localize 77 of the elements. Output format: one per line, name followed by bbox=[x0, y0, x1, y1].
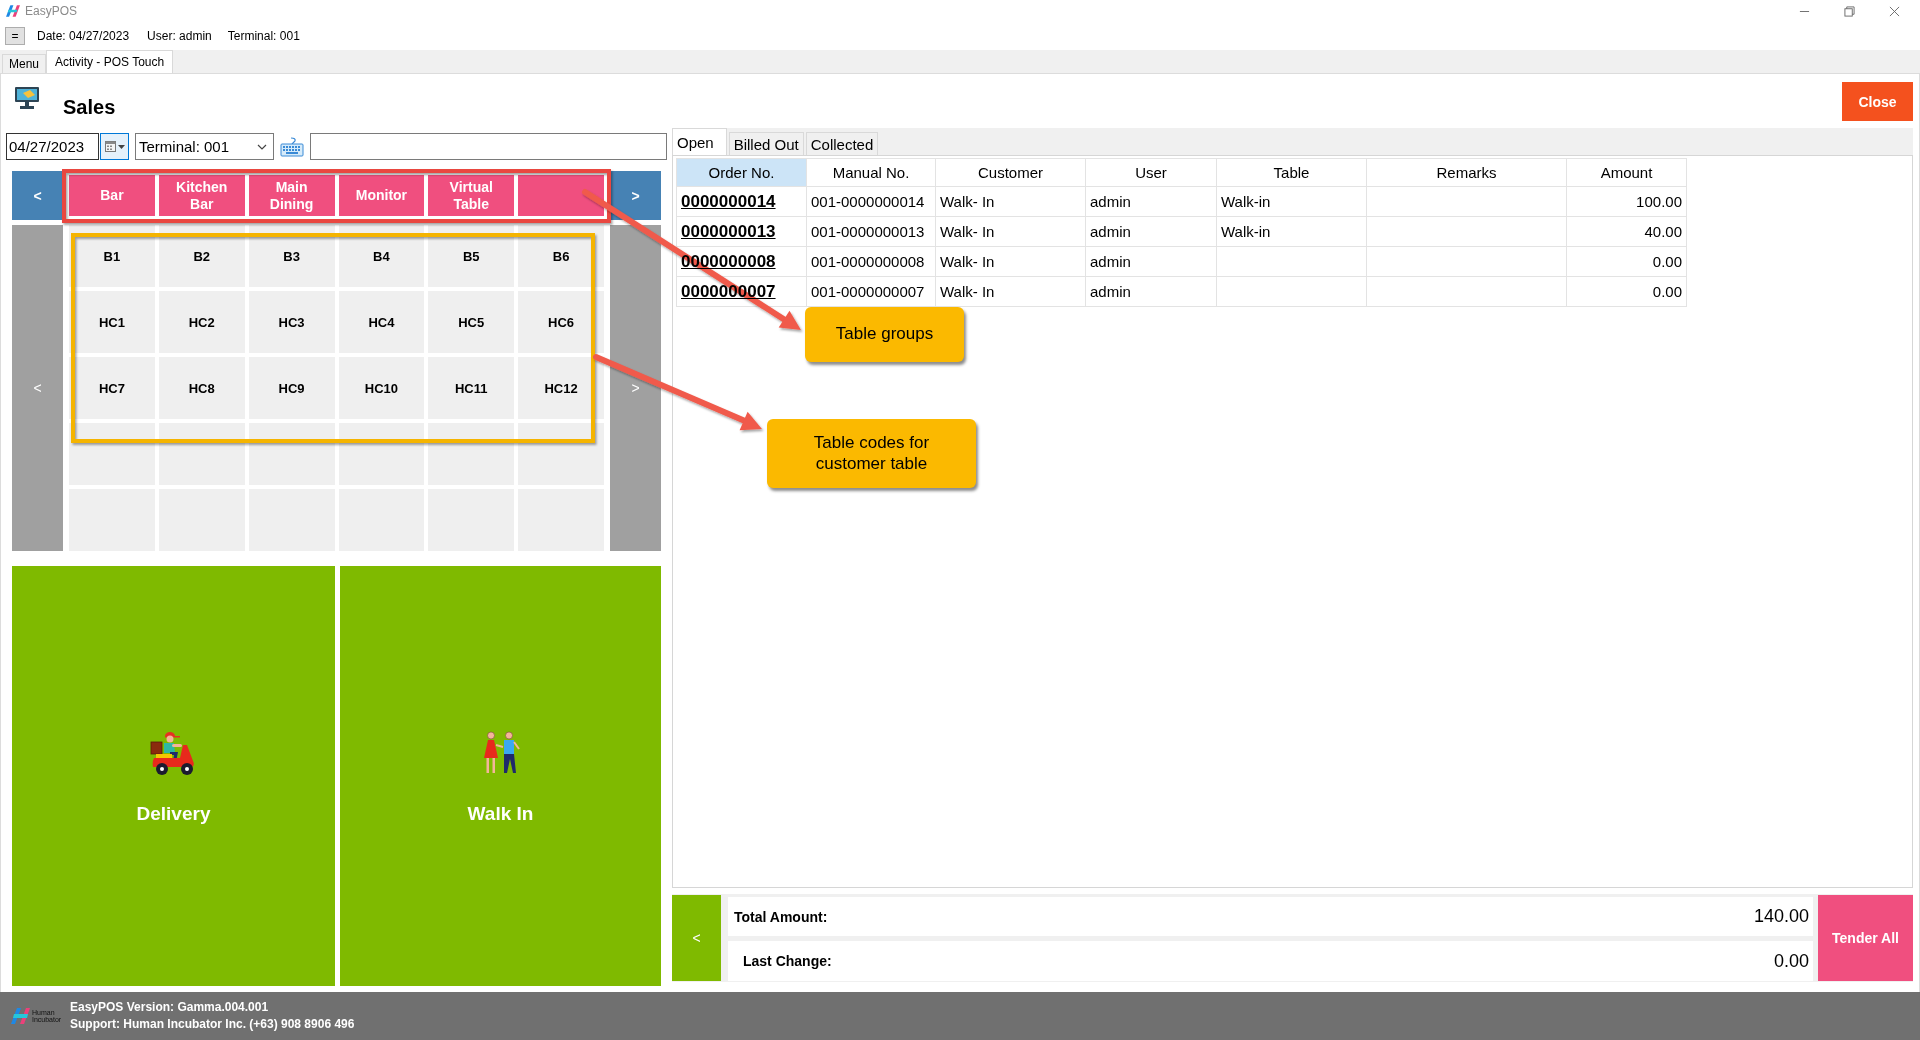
order-status-tab[interactable]: Billed Out bbox=[728, 132, 804, 155]
calendar-button[interactable] bbox=[100, 133, 129, 160]
terminal-label: Terminal: 001 bbox=[227, 29, 300, 43]
calendar-icon bbox=[104, 141, 116, 152]
logo-icon bbox=[11, 1008, 31, 1024]
date-field[interactable]: 04/27/2023 bbox=[6, 133, 99, 160]
table-button[interactable]: HC10 bbox=[338, 357, 425, 419]
table-cell: 40.00 bbox=[1644, 223, 1682, 240]
table-button[interactable]: B5 bbox=[428, 225, 515, 287]
column-header[interactable]: Order No. bbox=[676, 158, 807, 187]
table-button[interactable]: HC6 bbox=[518, 291, 604, 353]
table-button[interactable]: B6 bbox=[518, 225, 604, 287]
order-status-tab[interactable]: Collected bbox=[805, 132, 879, 155]
table-cell: admin bbox=[1090, 223, 1131, 240]
table-button[interactable]: B3 bbox=[248, 225, 335, 287]
column-header[interactable]: Manual No. bbox=[806, 158, 936, 187]
table-button[interactable]: HC12 bbox=[518, 357, 604, 419]
table-cell: 001-0000000014 bbox=[811, 193, 925, 210]
window-title: EasyPOS bbox=[25, 4, 78, 18]
column-header[interactable]: Table bbox=[1216, 158, 1367, 187]
table-cell: admin bbox=[1090, 253, 1131, 270]
search-field[interactable] bbox=[310, 133, 667, 160]
column-header[interactable]: Customer bbox=[935, 158, 1086, 187]
menu-button[interactable]: = bbox=[5, 27, 25, 45]
column-header[interactable]: User bbox=[1085, 158, 1217, 187]
table-button[interactable]: HC7 bbox=[69, 357, 155, 419]
module-tab[interactable]: Menu bbox=[2, 54, 47, 73]
table-cell: 001-0000000013 bbox=[811, 223, 925, 240]
table-cell: Walk- In bbox=[940, 223, 995, 240]
app-logo-icon bbox=[6, 5, 20, 17]
table-button[interactable]: B4 bbox=[338, 225, 425, 287]
table-cell: 001-0000000008 bbox=[811, 253, 925, 270]
restore-icon[interactable] bbox=[1844, 5, 1855, 17]
total-amount-value: 140.00 bbox=[1753, 906, 1809, 927]
caret-icon bbox=[117, 144, 125, 149]
last-change-label: Last Change: bbox=[743, 953, 832, 969]
total-amount-label: Total Amount: bbox=[734, 908, 828, 925]
order-status-tab[interactable]: Open bbox=[672, 128, 727, 155]
table-button[interactable]: HC5 bbox=[428, 291, 515, 353]
table-cell: Walk-in bbox=[1221, 223, 1271, 240]
page-title: Sales bbox=[63, 96, 116, 119]
next-group-button[interactable]: > bbox=[610, 171, 661, 220]
table-button[interactable]: HC2 bbox=[158, 291, 245, 353]
table-button[interactable]: HC3 bbox=[248, 291, 335, 353]
version-text: EasyPOS Version: Gamma.004.001 bbox=[70, 999, 270, 1016]
table-cell: Walk- In bbox=[940, 283, 995, 300]
table-button[interactable]: HC1 bbox=[69, 291, 155, 353]
table-cell: 0.00 bbox=[1652, 283, 1682, 300]
module-tab[interactable]: Activity - POS Touch bbox=[46, 50, 174, 73]
user-label: User: admin bbox=[147, 29, 212, 43]
table-cell: 001-0000000007 bbox=[811, 283, 925, 300]
callout-label: Table groups bbox=[805, 307, 964, 362]
monitor-icon bbox=[14, 86, 40, 110]
table-cell: 100.00 bbox=[1636, 193, 1682, 210]
column-header[interactable]: Remarks bbox=[1366, 158, 1567, 187]
table-cell: Walk-in bbox=[1221, 193, 1271, 210]
table-cell: 0.00 bbox=[1652, 253, 1682, 270]
column-header[interactable]: Amount bbox=[1566, 158, 1687, 187]
table-button[interactable]: HC11 bbox=[428, 357, 515, 419]
table-button[interactable]: HC8 bbox=[158, 357, 245, 419]
chevron-down-icon bbox=[257, 143, 267, 150]
table-cell: Walk- In bbox=[940, 253, 995, 270]
table-cell: admin bbox=[1090, 193, 1131, 210]
table-button[interactable]: HC4 bbox=[338, 291, 425, 353]
close-icon[interactable] bbox=[1889, 5, 1900, 17]
terminal-dropdown[interactable]: Terminal: 001 bbox=[135, 133, 274, 160]
previous-group-button[interactable]: < bbox=[12, 171, 63, 220]
table-button[interactable]: B2 bbox=[158, 225, 245, 287]
date-label: Date: 04/27/2023 bbox=[37, 29, 130, 43]
callout-label: Table codes for customer table bbox=[767, 419, 976, 488]
keyboard-icon[interactable] bbox=[280, 136, 304, 157]
table-cell: Walk- In bbox=[940, 193, 995, 210]
table-button[interactable]: HC9 bbox=[248, 357, 335, 419]
table-cell: admin bbox=[1090, 283, 1131, 300]
last-change-value: 0.00 bbox=[1773, 950, 1809, 972]
support-text: Support: Human Incubator Inc. (+63) 908 8906 496 bbox=[70, 1016, 355, 1033]
table-button[interactable]: B1 bbox=[69, 225, 155, 287]
